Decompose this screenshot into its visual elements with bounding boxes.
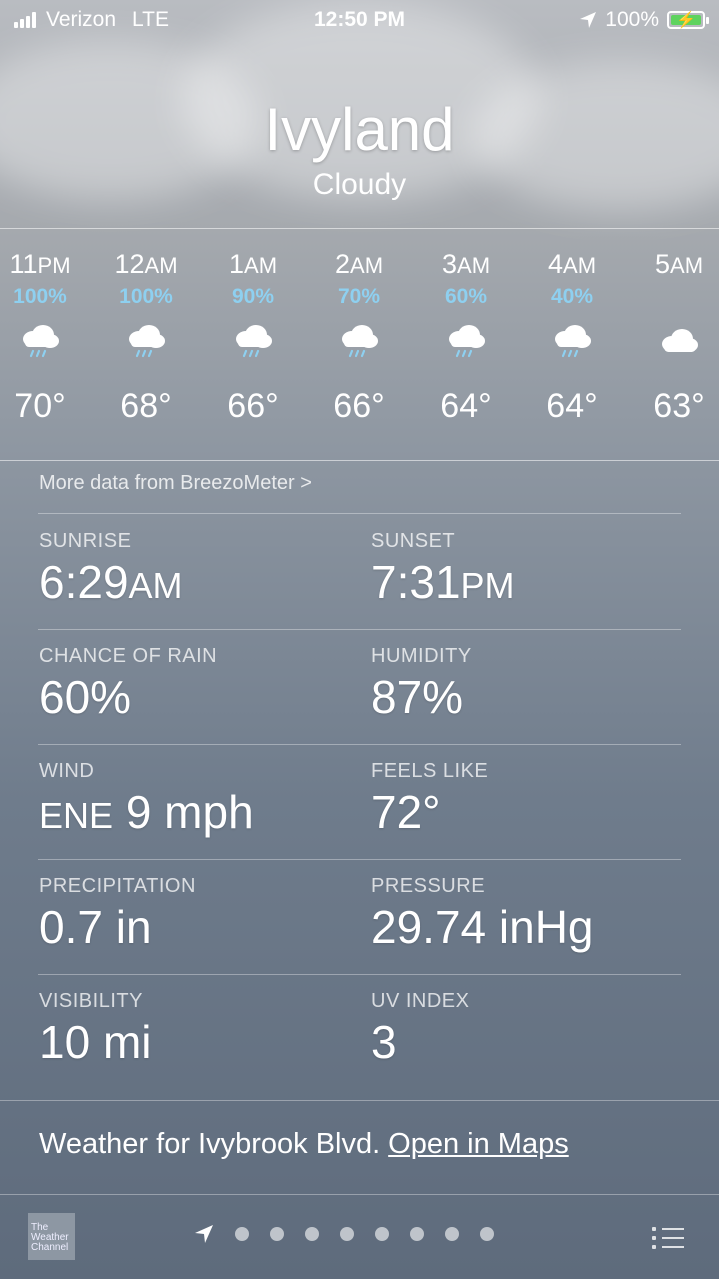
hourly-forecast[interactable]: 11PM 100% 70° 12AM 100% 68° 1AM 90% 66° 2AM 70% 66°… [0,245,719,455]
precip-chance: 70% [337,285,381,308]
precipitation-cell: PRECIPITATION 0.7 in [39,875,196,954]
divider [38,744,681,745]
pressure-cell: PRESSURE 29.74 inHg [371,875,594,954]
hour-label: 1AM [228,249,278,279]
chance-of-rain-cell: CHANCE OF RAIN 60% [39,645,217,724]
visibility-cell: VISIBILITY 10 mi [39,990,151,1069]
chance-of-rain-value: 60% [39,671,132,723]
hour-label: 11PM [9,249,71,279]
rain-cloud-icon [0,311,93,373]
wind-cell: WIND ENE 9 mph [39,760,254,839]
humidity-label: HUMIDITY [371,645,472,667]
cloud-icon [626,311,719,373]
wind-value: ENE 9 mph [39,786,254,838]
feels-like-label: FEELS LIKE [371,760,489,782]
feels-like-value: 72° [371,786,441,838]
visibility-label: VISIBILITY [39,990,143,1012]
weather-for-text: Weather for Ivybrook Blvd. [39,1128,381,1160]
hour-temperature: 70° [14,387,66,425]
divider [38,859,681,860]
hour-temperature: 66° [333,387,385,425]
precip-chance: 100% [119,285,173,308]
status-right: 100% ⚡ [579,8,709,32]
page-dot[interactable] [445,1227,459,1241]
sunset-cell: SUNSET 7:31PM [371,530,515,609]
list-icon[interactable] [652,1224,685,1251]
sunset-value: 7:31PM [371,556,515,608]
page-dot[interactable] [410,1227,424,1241]
hour-temperature: 64° [440,387,492,425]
hour-temperature: 64° [546,387,598,425]
precip-chance: 90% [231,285,275,308]
rain-cloud-icon [519,311,625,373]
precip-chance [626,283,719,311]
rain-cloud-icon [413,311,519,373]
hour-column: 3AM 60% 64° [413,245,519,426]
precip-chance: 40% [550,285,594,308]
chance-of-rain-label: CHANCE OF RAIN [39,645,218,667]
hour-column: 5AM 63° [626,245,719,426]
details-divider [0,1100,719,1101]
pressure-label: PRESSURE [371,875,486,897]
sunset-label: SUNSET [371,530,456,552]
status-bar: Verizon LTE 12:50 PM 100% ⚡ [0,0,719,40]
battery-percent: 100% [605,8,659,31]
header-divider [0,228,719,229]
uv-index-cell: UV INDEX 3 [371,990,469,1069]
visibility-value: 10 mi [39,1016,152,1068]
current-condition: Cloudy [312,168,407,201]
page-dot[interactable] [340,1227,354,1241]
divider [38,513,681,514]
precipitation-value: 0.7 in [39,901,152,953]
rain-cloud-icon [200,311,306,373]
sunrise-label: SUNRISE [39,530,132,552]
hour-temperature: 63° [653,387,705,425]
hour-label: 4AM [547,249,597,279]
page-dot[interactable] [270,1227,284,1241]
divider [38,629,681,630]
hour-label: 2AM [334,249,384,279]
hour-label: 3AM [441,249,491,279]
weather-channel-logo[interactable]: The Weather Channel [28,1213,75,1260]
sunrise-value: 6:29AM [39,556,183,608]
precip-chance: 100% [13,285,67,308]
hour-temperature: 66° [227,387,279,425]
humidity-value: 87% [371,671,464,723]
humidity-cell: HUMIDITY 87% [371,645,472,724]
page-dot[interactable] [480,1227,494,1241]
breezometer-link[interactable]: More data from BreezoMeter > [39,472,312,495]
hour-temperature: 68° [120,387,172,425]
rain-cloud-icon [306,311,412,373]
precipitation-label: PRECIPITATION [39,875,196,897]
hour-label: 5AM [654,249,704,279]
page-dot[interactable] [375,1227,389,1241]
weather-location-footer: Weather for Ivybrook Blvd. Open in Maps [39,1128,569,1161]
hour-column: 11PM 100% 70° [0,245,93,426]
hour-column: 4AM 40% 64° [519,245,625,426]
precip-chance: 60% [444,285,488,308]
hour-column: 2AM 70% 66° [306,245,412,426]
hour-label: 12AM [114,249,178,279]
uv-index-label: UV INDEX [371,990,470,1012]
open-in-maps-link[interactable]: Open in Maps [388,1128,569,1160]
hour-column: 1AM 90% 66° [200,245,306,426]
hour-column: 12AM 100% 68° [93,245,199,426]
battery-charging-icon: ⚡ [667,11,709,29]
hourly-divider [0,460,719,461]
pressure-value: 29.74 inHg [371,901,594,953]
sunrise-cell: SUNRISE 6:29AM [39,530,183,609]
rain-cloud-icon [93,311,199,373]
page-indicator[interactable] [194,1224,494,1244]
location-arrow-icon [195,1225,213,1243]
page-dot[interactable] [305,1227,319,1241]
city-name: Ivyland [264,96,455,163]
footer-divider [0,1194,719,1195]
page-dot[interactable] [235,1227,249,1241]
uv-index-value: 3 [371,1016,397,1068]
feels-like-cell: FEELS LIKE 72° [371,760,488,839]
location-arrow-icon [580,12,597,28]
divider [38,974,681,975]
wind-label: WIND [39,760,95,782]
